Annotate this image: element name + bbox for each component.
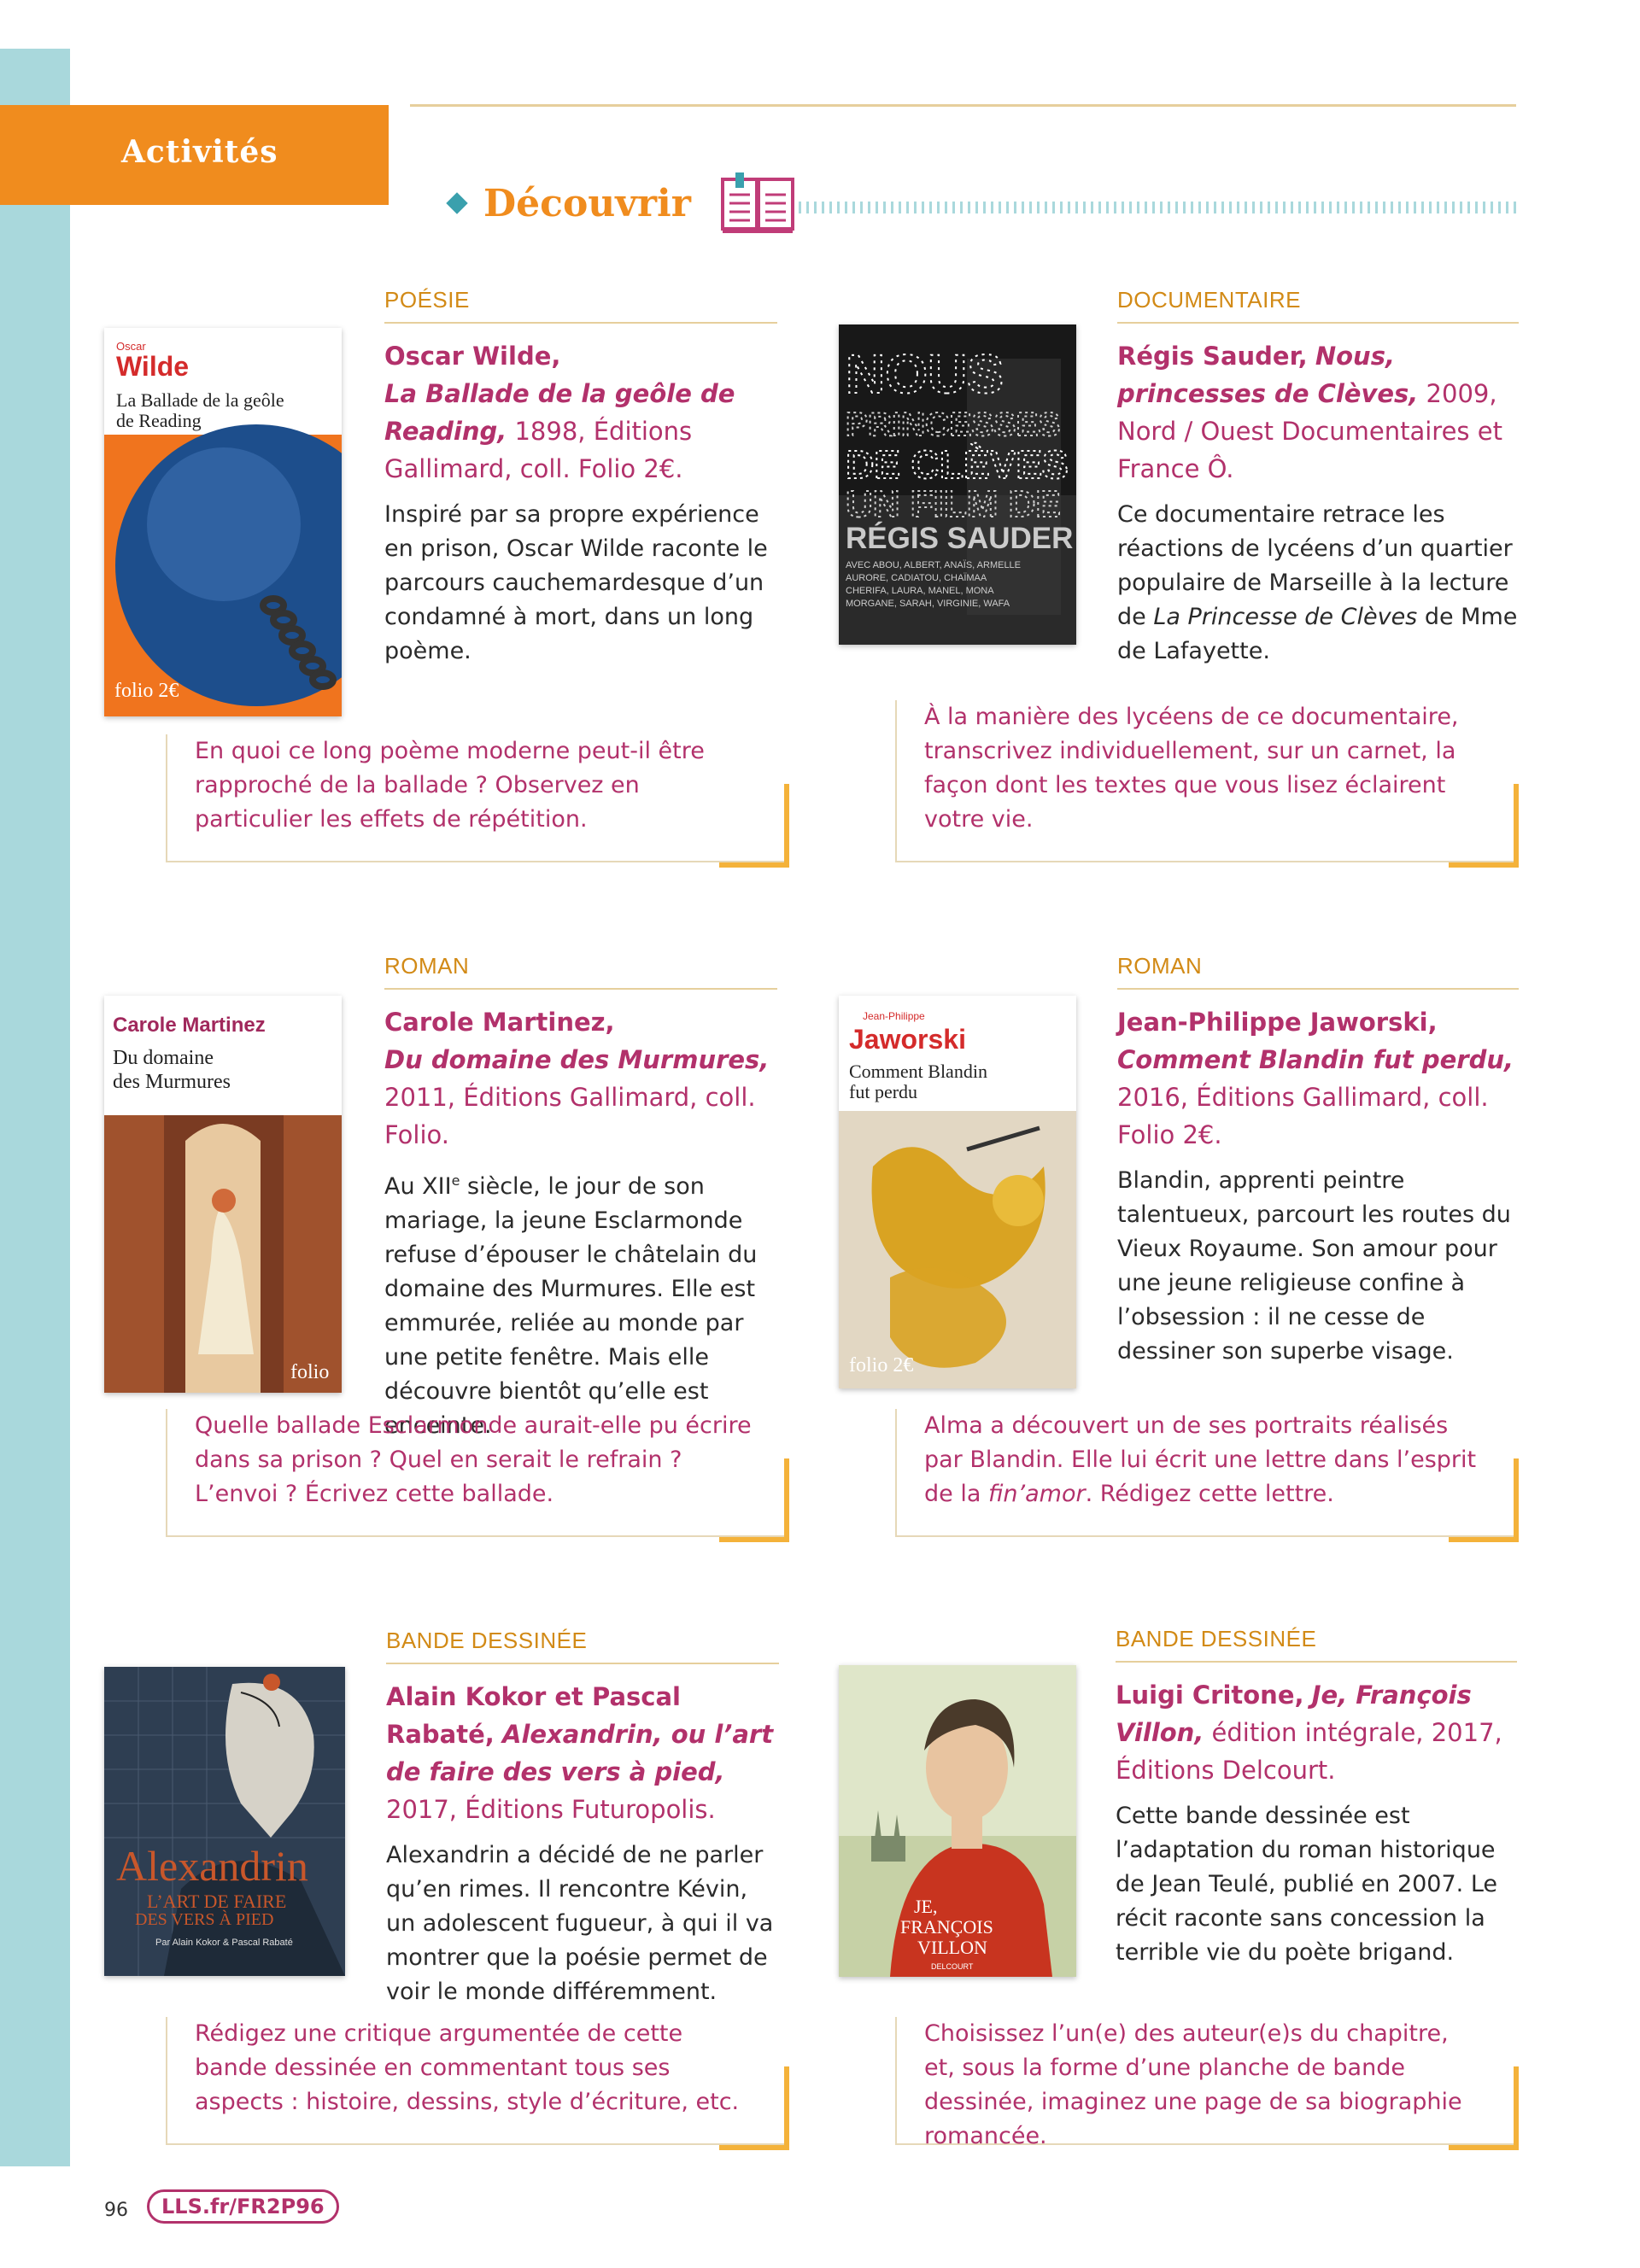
section-title-text: Découvrir — [483, 181, 691, 225]
corner-accent — [1449, 2066, 1519, 2150]
work-author: Oscar Wilde, — [384, 342, 561, 371]
cover-jaworski-author: Jaworski — [849, 1024, 966, 1055]
question-text: Alma a découvert un de ses portraits réa… — [924, 1412, 1477, 1507]
question-box-alexandrin: Rédigez une critique argumentée de cette… — [166, 2017, 789, 2150]
cover-princesses-line2: PRINCESSES — [846, 406, 1060, 443]
corner-accent — [1449, 1458, 1519, 1542]
open-book-icon — [720, 172, 794, 233]
svg-text:L’ART DE FAIRE: L’ART DE FAIRE — [147, 1891, 286, 1912]
cover-wilde-imprint: folio 2€ — [114, 680, 179, 702]
lls-link[interactable]: LLS.fr/FR2P96 — [147, 2189, 339, 2224]
work-description: Ce documentaire retrace les réactions de… — [1117, 501, 1518, 664]
question-text: En quoi ce long poème moderne peut-il êt… — [195, 738, 705, 833]
svg-text:AURORE, CADIATOU, CHAÏMAA: AURORE, CADIATOU, CHAÏMAA — [846, 573, 987, 583]
page-number: 96 — [104, 2200, 128, 2221]
question-box-martinez: Quelle ballade Esclarmonde aurait-elle p… — [166, 1409, 789, 1542]
question-box-villon: Choisissez l’un(e) des auteur(e)s du cha… — [895, 2017, 1519, 2150]
question-text: Rédigez une critique argumentée de cette… — [195, 2020, 740, 2115]
work-title: Du domaine des Murmures, — [384, 1045, 770, 1074]
question-box-princesses: À la manière des lycéens de ce documenta… — [895, 700, 1519, 868]
side-band — [0, 49, 70, 2166]
cover-martinez-author: Carole Martinez — [113, 1014, 266, 1037]
work-reference: Luigi Critone, Je, François Villon, édit… — [1116, 1676, 1517, 1789]
cover-jaworski-imprint: folio 2€ — [849, 1354, 913, 1377]
activites-tab: Activités — [0, 105, 389, 205]
section-title: Découvrir — [446, 172, 795, 233]
work-details: 2017, Éditions Futuropolis. — [386, 1795, 716, 1824]
svg-text:MORGANE, SARAH, VIRGINIE, WAFA: MORGANE, SARAH, VIRGINIE, WAFA — [846, 599, 1010, 609]
cover-princesses: NOUS PRINCESSES DE CLÈVES UN FILM DE RÉG… — [839, 324, 1076, 645]
cover-princesses-line5: RÉGIS SAUDER — [846, 521, 1073, 555]
work-reference: Régis Sauder, Nous, princesses de Clèves… — [1117, 337, 1519, 488]
svg-text:de Reading: de Reading — [116, 410, 202, 431]
svg-text:Du domaine: Du domaine — [113, 1047, 214, 1069]
svg-text:La Ballade de la geôle: La Ballade de la geôle — [116, 389, 284, 411]
header-rule — [410, 104, 1516, 107]
cover-villon-publisher: DELCOURT — [931, 1962, 974, 1971]
svg-text:AVEC ABOU, ALBERT, ANAÏS, ARME: AVEC ABOU, ALBERT, ANAÏS, ARMELLE — [846, 560, 1021, 570]
corner-accent — [719, 2066, 789, 2150]
corner-accent — [719, 784, 789, 868]
work-block-villon: BANDE DESSINÉE Luigi Critone, Je, Franço… — [1116, 1626, 1517, 1970]
category-label: DOCUMENTAIRE — [1117, 287, 1519, 324]
question-text: Choisissez l’un(e) des auteur(e)s du cha… — [924, 2020, 1462, 2149]
activites-label: Activités — [121, 134, 278, 170]
category-label: ROMAN — [1117, 953, 1519, 990]
svg-text:VILLON: VILLON — [917, 1937, 987, 1958]
work-author: Jean-Philippe Jaworski, — [1117, 1008, 1438, 1037]
work-details: 2016, Éditions Gallimard, coll. Folio 2€… — [1117, 1083, 1489, 1149]
work-title: Comment Blandin fut perdu, — [1117, 1045, 1514, 1074]
category-label: BANDE DESSINÉE — [1116, 1626, 1517, 1663]
question-text: Quelle ballade Esclarmonde aurait-elle p… — [195, 1412, 752, 1507]
work-block-princesses: DOCUMENTAIRE Régis Sauder, Nous, princes… — [1117, 287, 1519, 669]
work-description: Inspiré par sa propre expérience en pris… — [384, 501, 768, 664]
svg-text:FRANÇOIS: FRANÇOIS — [900, 1916, 993, 1938]
work-details: 2011, Éditions Gallimard, coll. Folio. — [384, 1083, 756, 1149]
diamond-bullet-icon — [446, 192, 468, 214]
work-block-martinez: ROMAN Carole Martinez, Du domaine des Mu… — [384, 953, 777, 1443]
svg-text:CHERIFA, LAURA, MANEL, MONA: CHERIFA, LAURA, MANEL, MONA — [846, 586, 994, 596]
cover-wilde: Oscar Wilde La Ballade de la geôle de Re… — [104, 328, 342, 716]
svg-text:DES VERS À PIED: DES VERS À PIED — [135, 1909, 273, 1929]
work-description: Blandin, apprenti peintre talentueux, pa… — [1117, 1167, 1511, 1365]
svg-text:fut perdu: fut perdu — [849, 1081, 917, 1102]
work-author: Régis Sauder, — [1117, 342, 1308, 371]
cover-princesses-line4: UN FILM DE — [846, 483, 1061, 525]
work-author: Carole Martinez, — [384, 1008, 615, 1037]
work-reference: Alain Kokor et Pascal Rabaté, Alexandrin… — [386, 1678, 779, 1828]
svg-text:JE,: JE, — [914, 1896, 938, 1917]
cover-alexandrin-by: Par Alain Kokor & Pascal Rabaté — [155, 1938, 293, 1948]
cover-princesses-line1: NOUS — [846, 343, 1004, 405]
category-label: BANDE DESSINÉE — [386, 1628, 779, 1664]
svg-text:des Murmures: des Murmures — [113, 1071, 231, 1093]
work-reference: Jean-Philippe Jaworski, Comment Blandin … — [1117, 1003, 1519, 1154]
work-block-wilde: POÉSIE Oscar Wilde, La Ballade de la geô… — [384, 287, 777, 669]
work-description: Au XIIe siècle, le jour de son mariage, … — [384, 1172, 758, 1439]
cover-villon: JE, FRANÇOIS VILLON DELCOURT — [839, 1665, 1076, 1977]
cover-alexandrin: Alexandrin L’ART DE FAIRE DES VERS À PIE… — [104, 1667, 345, 1976]
cover-wilde-author: Wilde — [116, 351, 189, 382]
work-description: Cette bande dessinée est l’adaptation du… — [1116, 1803, 1498, 1966]
cover-jaworski-small: Jean-Philippe — [863, 1010, 925, 1022]
cover-princesses-line3: DE CLÈVES — [846, 442, 1069, 487]
cover-martinez-imprint: folio — [290, 1361, 329, 1383]
svg-text:Comment Blandin: Comment Blandin — [849, 1061, 987, 1082]
work-block-alexandrin: BANDE DESSINÉE Alain Kokor et Pascal Rab… — [386, 1628, 779, 2009]
category-label: ROMAN — [384, 953, 777, 990]
question-text: À la manière des lycéens de ce documenta… — [924, 704, 1459, 833]
work-author: Luigi Critone, — [1116, 1681, 1304, 1710]
cover-jaworski: Jean-Philippe Jaworski Comment Blandin f… — [839, 996, 1076, 1388]
question-box-jaworski: Alma a découvert un de ses portraits réa… — [895, 1409, 1519, 1542]
corner-accent — [1449, 784, 1519, 868]
corner-accent — [719, 1458, 789, 1542]
question-box-wilde: En quoi ce long poème moderne peut-il êt… — [166, 734, 789, 868]
work-block-jaworski: ROMAN Jean-Philippe Jaworski, Comment Bl… — [1117, 953, 1519, 1369]
work-description: Alexandrin a décidé de ne parler qu’en r… — [386, 1842, 774, 2005]
cover-martinez: Carole Martinez Du domaine des Murmures … — [104, 996, 342, 1393]
dotted-rule — [799, 202, 1516, 213]
work-reference: Oscar Wilde, La Ballade de la geôle de R… — [384, 337, 777, 488]
work-reference: Carole Martinez, Du domaine des Murmures… — [384, 1003, 777, 1154]
category-label: POÉSIE — [384, 287, 777, 324]
cover-alexandrin-title: Alexandrin — [116, 1842, 308, 1890]
